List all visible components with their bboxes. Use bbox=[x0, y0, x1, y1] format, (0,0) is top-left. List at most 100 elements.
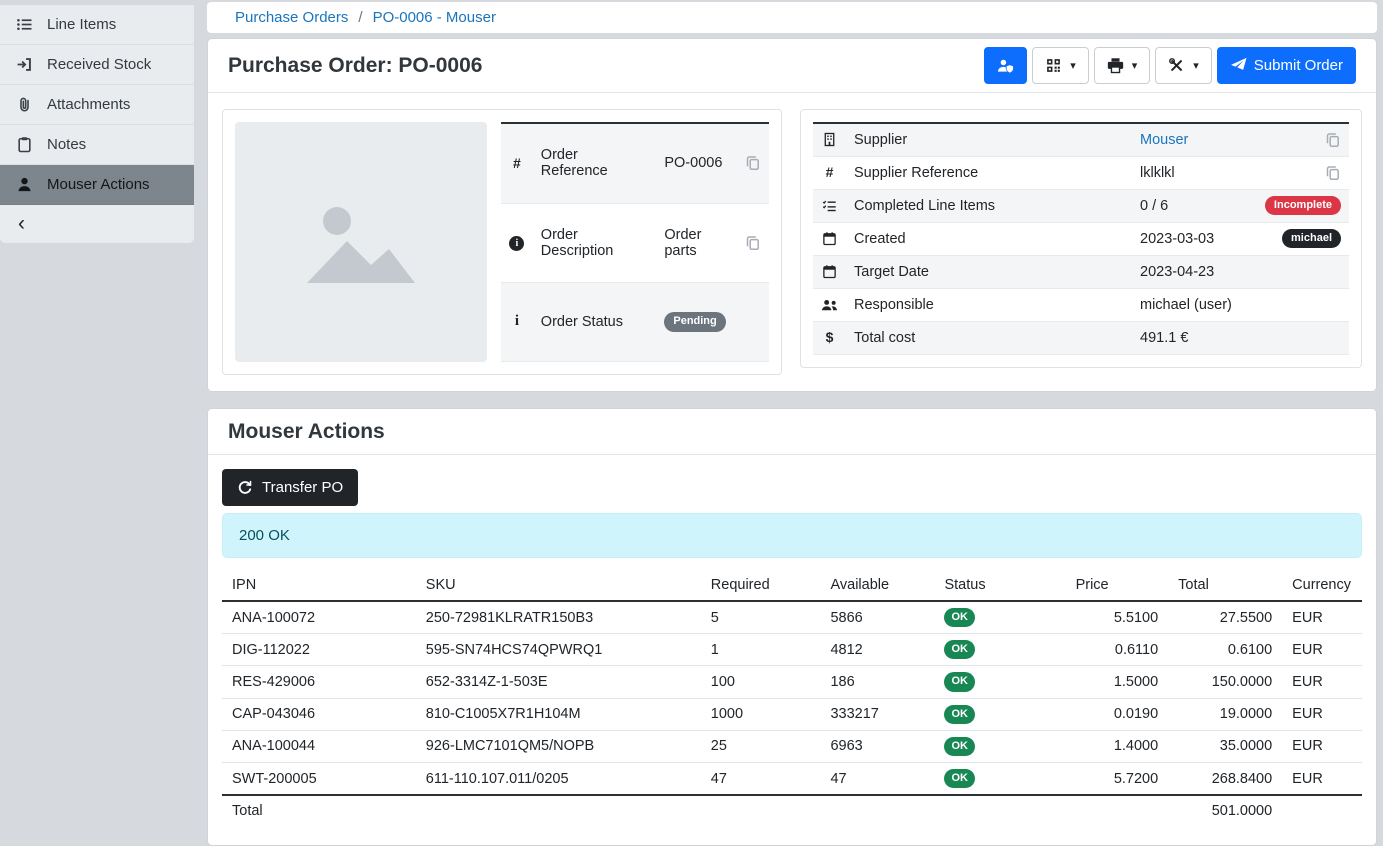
cell-ipn: CAP-043046 bbox=[222, 698, 416, 730]
breadcrumb-link-current[interactable]: PO-0006 - Mouser bbox=[373, 9, 496, 26]
ok-badge: OK bbox=[944, 769, 975, 788]
admin-button[interactable] bbox=[984, 47, 1027, 84]
cell-ipn: ANA-100044 bbox=[222, 730, 416, 762]
breadcrumb-link-purchase-orders[interactable]: Purchase Orders bbox=[235, 9, 348, 26]
cell-currency: EUR bbox=[1282, 601, 1362, 634]
sidebar-item-notes[interactable]: Notes bbox=[0, 125, 194, 165]
printer-icon bbox=[1107, 57, 1124, 74]
cell-currency: EUR bbox=[1282, 666, 1362, 698]
total-cost-label: Total cost bbox=[846, 321, 1132, 354]
sidebar-item-label: Attachments bbox=[47, 96, 130, 113]
clipboard-icon bbox=[15, 136, 33, 154]
cell-sku: 595-SN74HCS74QPWRQ1 bbox=[416, 634, 701, 666]
sidebar-menu: Line Items Received Stock Attachments No… bbox=[0, 5, 194, 243]
cell-available: 333217 bbox=[820, 698, 934, 730]
mouser-actions-body: Transfer PO 200 OK IPN SKU Required Avai… bbox=[208, 455, 1376, 845]
toolbar: ▾ ▾ ▾ Su bbox=[984, 47, 1356, 84]
sidebar-item-received-stock[interactable]: Received Stock bbox=[0, 45, 194, 85]
incomplete-badge: Incomplete bbox=[1265, 196, 1341, 215]
col-header-currency: Currency bbox=[1282, 570, 1362, 601]
supplier-label: Supplier bbox=[846, 123, 1132, 156]
sidebar-item-attachments[interactable]: Attachments bbox=[0, 85, 194, 125]
table-footer-row: Total 501.0000 bbox=[222, 795, 1362, 825]
supplier-info-card: Supplier Mouser # Supplier Reference bbox=[800, 109, 1362, 368]
paperclip-icon bbox=[15, 96, 33, 114]
col-header-required: Required bbox=[701, 570, 821, 601]
table-row: ANA-100044 926-LMC7101QM5/NOPB 25 6963 O… bbox=[222, 730, 1362, 762]
building-icon bbox=[821, 132, 838, 147]
table-row: DIG-112022 595-SN74HCS74QPWRQ1 1 4812 OK… bbox=[222, 634, 1362, 666]
cell-price: 0.0190 bbox=[1066, 698, 1169, 730]
sign-in-icon bbox=[15, 56, 33, 74]
purchase-order-panel: Purchase Order: PO-0006 ▾ bbox=[207, 38, 1377, 392]
chevron-left-icon: ‹ bbox=[18, 212, 25, 236]
cell-required: 1 bbox=[701, 634, 821, 666]
barcode-actions-button[interactable]: ▾ bbox=[1032, 47, 1089, 84]
col-header-sku: SKU bbox=[416, 570, 701, 601]
order-actions-button[interactable]: ▾ bbox=[1155, 47, 1212, 84]
sidebar-item-mouser-actions[interactable]: Mouser Actions bbox=[0, 165, 194, 205]
users-icon bbox=[821, 298, 838, 312]
part-image-placeholder[interactable] bbox=[235, 122, 487, 362]
supplier-detail-table: Supplier Mouser # Supplier Reference bbox=[813, 122, 1349, 355]
table-header-row: IPN SKU Required Available Status Price … bbox=[222, 570, 1362, 601]
copy-icon[interactable] bbox=[1325, 132, 1341, 148]
cell-sku: 652-3314Z-1-503E bbox=[416, 666, 701, 698]
col-header-available: Available bbox=[820, 570, 934, 601]
copy-icon[interactable] bbox=[745, 235, 761, 251]
cell-price: 1.4000 bbox=[1066, 730, 1169, 762]
cell-currency: EUR bbox=[1282, 634, 1362, 666]
mouser-actions-title: Mouser Actions bbox=[228, 420, 385, 444]
detail-row-supplier-reference: # Supplier Reference lklklkl bbox=[813, 156, 1349, 189]
submit-order-button[interactable]: Submit Order bbox=[1217, 47, 1356, 84]
info-icon: i bbox=[515, 313, 519, 329]
detail-row-responsible: Responsible michael (user) bbox=[813, 288, 1349, 321]
detail-row-created: Created 2023-03-03 michael bbox=[813, 222, 1349, 255]
order-info-card: # Order Reference PO-0006 i Order D bbox=[222, 109, 782, 375]
transfer-po-label: Transfer PO bbox=[262, 479, 343, 496]
cell-price: 1.5000 bbox=[1066, 666, 1169, 698]
sidebar-item-line-items[interactable]: Line Items bbox=[0, 5, 194, 45]
order-reference-label: Order Reference bbox=[533, 123, 657, 203]
print-actions-button[interactable]: ▾ bbox=[1094, 47, 1151, 84]
cell-total: 150.0000 bbox=[1168, 666, 1282, 698]
order-details: # Order Reference PO-0006 i Order D bbox=[208, 93, 1376, 391]
created-by-badge: michael bbox=[1282, 229, 1341, 248]
cell-available: 6963 bbox=[820, 730, 934, 762]
cell-price: 5.7200 bbox=[1066, 762, 1169, 795]
detail-row-total-cost: $ Total cost 491.1 € bbox=[813, 321, 1349, 354]
ok-badge: OK bbox=[944, 705, 975, 724]
detail-row-order-reference: # Order Reference PO-0006 bbox=[501, 123, 769, 203]
col-header-total: Total bbox=[1168, 570, 1282, 601]
caret-down-icon: ▾ bbox=[1193, 59, 1199, 72]
breadcrumb: Purchase Orders / PO-0006 - Mouser bbox=[207, 2, 1377, 33]
cell-total: 35.0000 bbox=[1168, 730, 1282, 762]
cell-ipn: SWT-200005 bbox=[222, 762, 416, 795]
caret-down-icon: ▾ bbox=[1132, 59, 1138, 72]
cell-required: 100 bbox=[701, 666, 821, 698]
ok-badge: OK bbox=[944, 608, 975, 627]
info-circle-icon: i bbox=[509, 236, 524, 251]
sidebar-collapse-button[interactable]: ‹ bbox=[0, 205, 194, 243]
cell-required: 1000 bbox=[701, 698, 821, 730]
mouser-actions-panel: Mouser Actions Transfer PO 200 OK IPN SK… bbox=[207, 408, 1377, 846]
calendar-icon bbox=[821, 264, 838, 279]
cell-total: 27.5500 bbox=[1168, 601, 1282, 634]
detail-row-target-date: Target Date 2023-04-23 bbox=[813, 255, 1349, 288]
supplier-link[interactable]: Mouser bbox=[1140, 132, 1188, 148]
completed-line-items-label: Completed Line Items bbox=[846, 189, 1132, 222]
copy-icon[interactable] bbox=[1325, 165, 1341, 181]
target-date-label: Target Date bbox=[846, 255, 1132, 288]
completed-line-items-value: 0 / 6 bbox=[1132, 189, 1249, 222]
detail-row-order-status: i Order Status Pending bbox=[501, 282, 769, 361]
transfer-po-button[interactable]: Transfer PO bbox=[222, 469, 358, 506]
copy-icon[interactable] bbox=[745, 155, 761, 171]
paper-plane-icon bbox=[1230, 57, 1247, 74]
cell-total: 268.8400 bbox=[1168, 762, 1282, 795]
status-badge: Pending bbox=[664, 312, 725, 331]
created-label: Created bbox=[846, 222, 1132, 255]
list-check-icon bbox=[821, 198, 838, 213]
total-cost-value: 491.1 € bbox=[1132, 321, 1249, 354]
caret-down-icon: ▾ bbox=[1070, 59, 1076, 72]
cell-ipn: RES-429006 bbox=[222, 666, 416, 698]
